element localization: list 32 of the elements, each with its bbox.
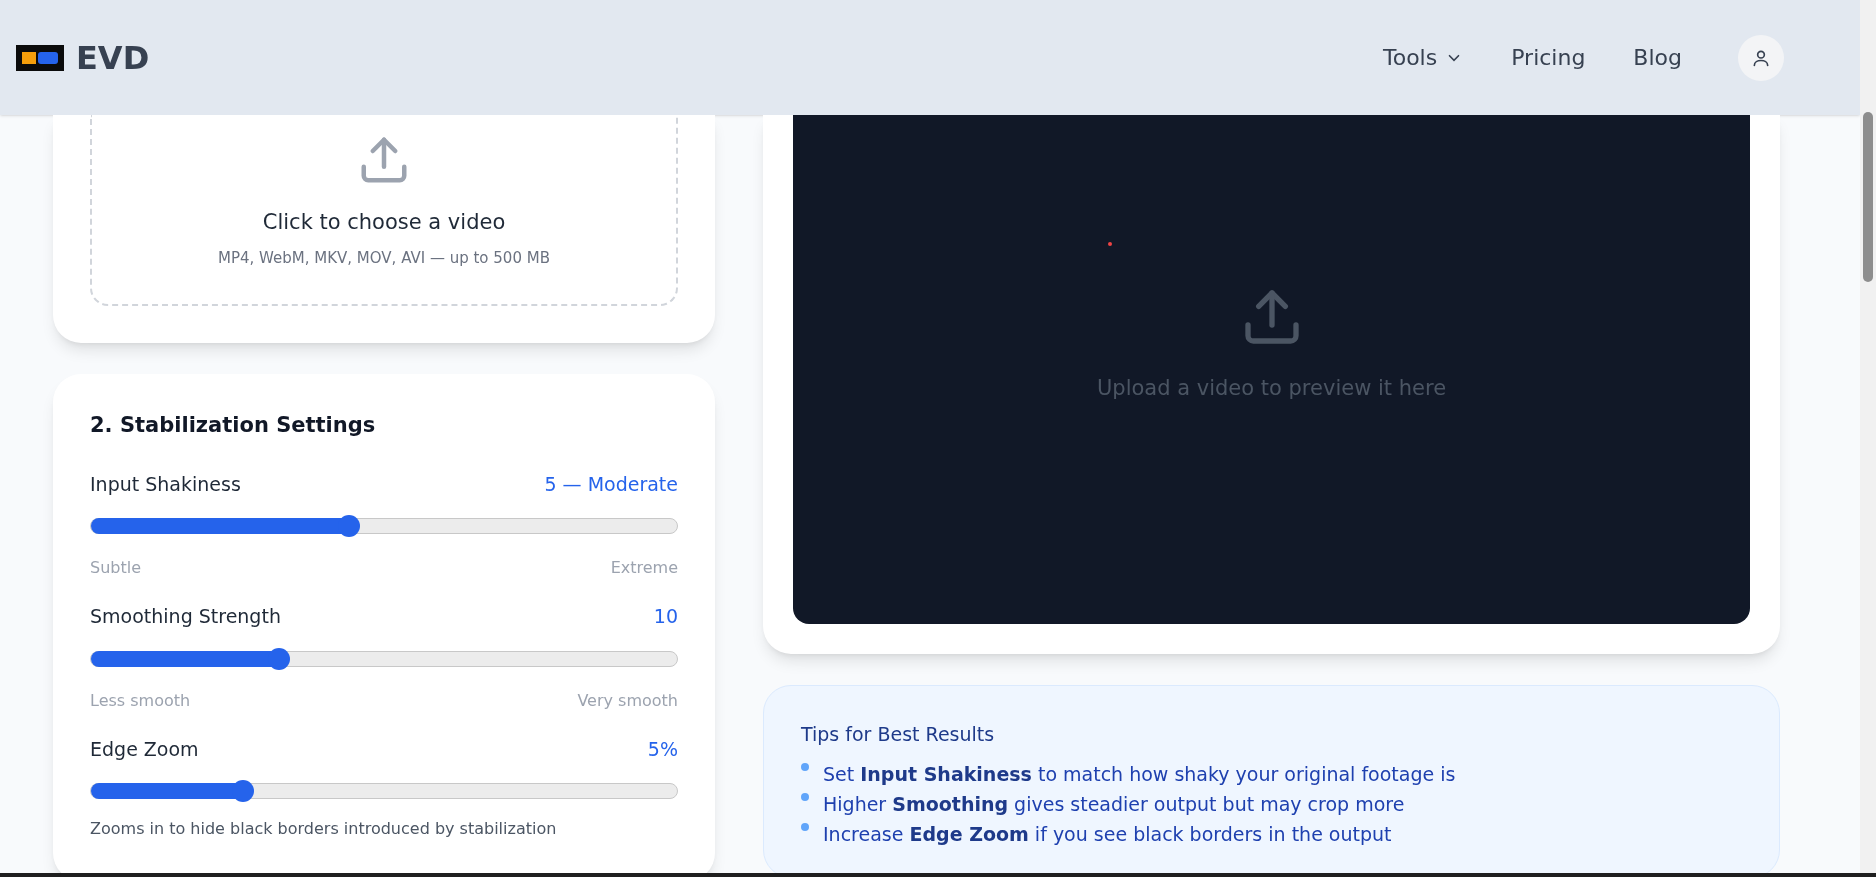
nav-link[interactable]: Blog [1633,41,1682,74]
slider-label: Input Shakiness [90,471,241,497]
slider[interactable] [90,650,678,667]
upload-dropzone[interactable]: Click to choose a video MP4, WebM, MKV, MOV, AVI — up to 500 MB [90,115,678,306]
upload-hint: MP4, WebM, MKV, MOV, AVI — up to 500 MB [218,247,550,269]
tools-menu[interactable]: Tools [1383,41,1464,74]
preview-message: Upload a video to preview it here [1096,375,1447,402]
logo-icon [16,44,64,71]
range-min-label: Subtle [90,557,141,579]
range-max-label: Extreme [610,557,678,579]
range-min-label: Less smooth [90,689,191,712]
tips-title: Tips for Best Results [801,722,996,747]
brand-name: EVD [76,37,150,79]
slider-thumb[interactable] [232,780,255,802]
account-button[interactable] [1738,34,1784,81]
upload-title: Click to choose a video [262,209,506,236]
slider-value: 5% [647,736,678,762]
slider[interactable] [90,518,678,534]
slider-value: 10 [653,604,678,629]
slider-value: 5 — Moderate [544,471,678,497]
tip-text: Increase Edge Zoom if you see black borders in the output [823,821,1392,847]
scrollbar-thumb[interactable] [1863,112,1873,282]
range-max-label: Very smooth [577,689,678,712]
tip-text: Set Input Shakiness to match how shaky your original footage is [823,761,1456,787]
settings-title: 2. Stabilization Settings [90,412,377,439]
tip-text: Higher Smoothing gives steadier output but may crop more [823,791,1405,817]
slider[interactable] [90,783,678,799]
slider-label: Smoothing Strength [90,604,281,629]
nav-link[interactable]: Pricing [1511,41,1586,74]
slider-label: Edge Zoom [90,736,199,762]
slider-note: Zooms in to hide black borders introduced by stabilization [90,818,558,840]
scrollbar[interactable] [1860,0,1876,873]
